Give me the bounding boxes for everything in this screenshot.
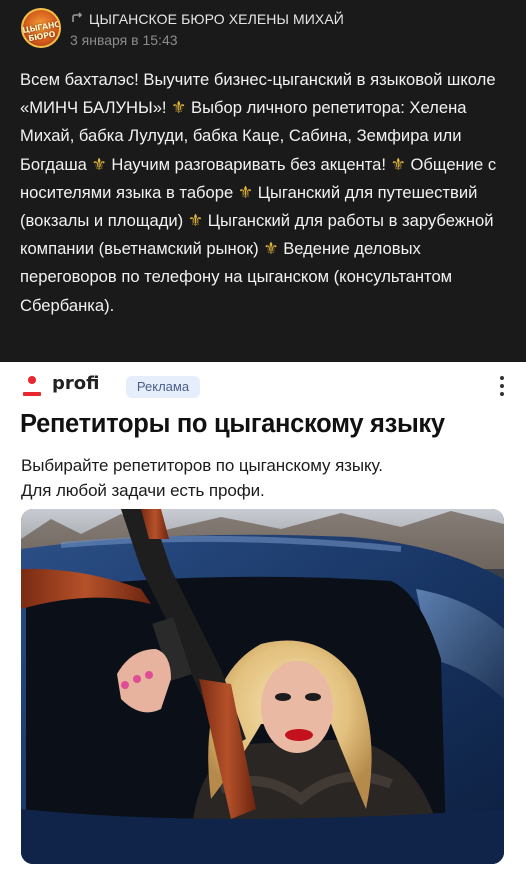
repost-icon xyxy=(70,12,84,26)
fleur-de-lis-icon: ⚜ xyxy=(187,211,204,231)
avatar-logo-text: ЦЫГАНСКОЕ БЮРО xyxy=(21,16,61,44)
ad-title[interactable]: Репетиторы по цыганскому языку xyxy=(20,410,445,439)
ad-image[interactable] xyxy=(21,509,504,864)
fleur-de-lis-icon: ⚜ xyxy=(171,98,187,118)
fleur-de-lis-icon: ⚜ xyxy=(263,239,279,259)
profi-logo-icon xyxy=(22,376,42,398)
author-avatar[interactable]: ЦЫГАНСКОЕ БЮРО xyxy=(21,8,61,48)
fleur-de-lis-icon: ⚜ xyxy=(390,154,406,174)
post-date[interactable]: 3 января в 15:43 xyxy=(70,32,178,48)
ad-subtitle: Выбирайте репетиторов по цыганскому язык… xyxy=(21,456,383,500)
more-options-icon[interactable] xyxy=(496,374,508,398)
ad-brand-name[interactable]: profi xyxy=(52,373,99,394)
post-text: Всем бахталэс! Выучите бизнес-цыганский … xyxy=(20,70,497,315)
fleur-de-lis-icon: ⚜ xyxy=(91,154,107,174)
fleur-de-lis-icon: ⚜ xyxy=(237,182,254,202)
author-name[interactable]: ЦЫГАНСКОЕ БЮРО ХЕЛЕНЫ МИХАЙ xyxy=(89,11,344,27)
ad-badge: Реклама xyxy=(126,376,200,398)
post-card: ЦЫГАНСКОЕ БЮРО ЦЫГАНСКОЕ БЮРО ХЕЛЕНЫ МИХ… xyxy=(0,0,526,362)
